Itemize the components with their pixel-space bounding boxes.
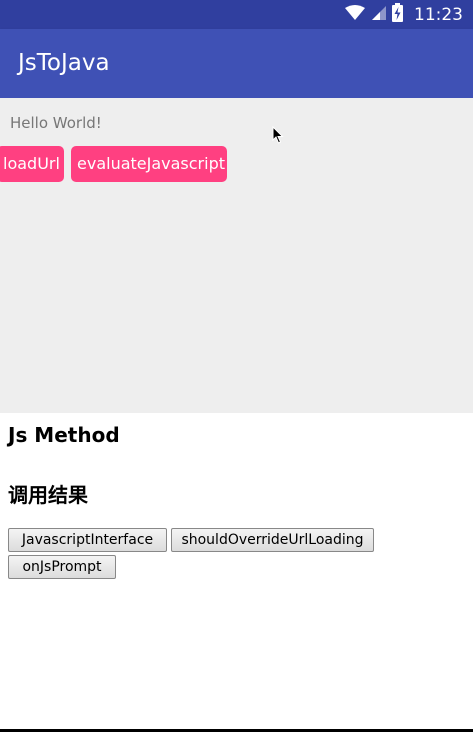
status-time: 11:23 <box>414 4 463 25</box>
signal-icon <box>370 5 387 25</box>
result-heading: 调用结果 <box>8 483 88 507</box>
webview: Js Method 调用结果 JavascriptInterface shoul… <box>0 413 473 729</box>
js-method-heading: Js Method <box>8 423 120 447</box>
app-bar: JsToJava <box>0 29 473 98</box>
load-url-button[interactable]: loadUrl <box>0 146 64 182</box>
wifi-icon <box>345 4 365 25</box>
app-title: JsToJava <box>18 50 110 76</box>
native-area: Hello World! loadUrl evaluateJavascript <box>0 98 473 413</box>
should-override-url-loading-button[interactable]: shouldOverrideUrlLoading <box>171 528 374 552</box>
battery-charging-icon <box>392 3 403 26</box>
mouse-cursor-icon <box>272 125 284 144</box>
javascript-interface-button[interactable]: JavascriptInterface <box>8 528 167 552</box>
status-bar: 11:23 <box>0 0 473 29</box>
on-js-prompt-button[interactable]: onJsPrompt <box>8 555 116 579</box>
hello-world-text: Hello World! <box>10 114 102 132</box>
status-icons: 11:23 <box>345 0 463 29</box>
evaluate-javascript-button[interactable]: evaluateJavascript <box>71 146 227 182</box>
